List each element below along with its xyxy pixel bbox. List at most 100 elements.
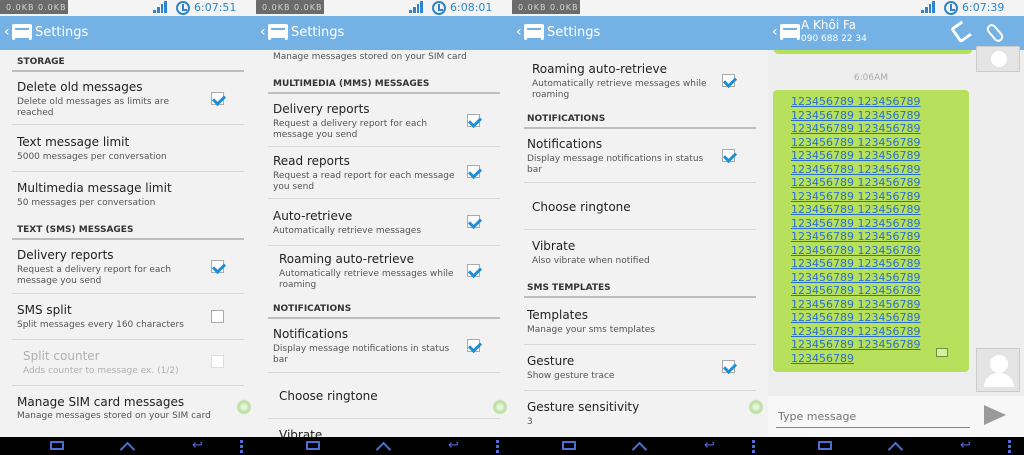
pref-summary: Also vibrate when notified (532, 256, 650, 266)
recent-apps-icon[interactable] (562, 441, 576, 450)
checkbox-icon[interactable] (211, 260, 224, 273)
checkbox-icon[interactable] (722, 149, 735, 162)
message-timestamp: 6:06AM (853, 73, 889, 83)
app-icon[interactable] (12, 24, 32, 40)
pref-title: Notifications (273, 327, 349, 341)
pref-choose-ringtone[interactable]: Choose ringtone (256, 389, 512, 419)
checkbox-icon[interactable] (467, 264, 480, 277)
divider (524, 390, 756, 391)
sent-status-icon (936, 348, 948, 357)
page-title: Settings (291, 25, 345, 40)
pref-vibrate[interactable]: Vibrate (256, 428, 512, 437)
divider (268, 198, 500, 199)
back-icon[interactable]: ↩ (960, 438, 974, 453)
checkbox-icon[interactable] (467, 339, 480, 352)
action-bar: ‹ Settings (256, 16, 512, 50)
divider (12, 385, 244, 386)
pref-title: Multimedia message limit (17, 181, 172, 195)
recent-apps-icon[interactable] (306, 441, 320, 450)
back-icon[interactable]: ↩ (448, 438, 462, 453)
checkbox-icon[interactable] (467, 165, 480, 178)
divider (12, 124, 244, 125)
contact-number: 090 688 22 34 (801, 34, 867, 44)
home-icon[interactable] (120, 440, 134, 452)
pref-title: Manage SIM card messages (17, 395, 185, 409)
pref-templates[interactable]: Templates Manage your sms templates (512, 308, 768, 348)
pref-manage-sim[interactable]: Manage SIM card messages Manage messages… (0, 395, 256, 435)
pref-text-limit[interactable]: Text message limit 5000 messages per con… (0, 135, 256, 175)
compose-bar (768, 396, 1024, 437)
pref-mms-limit[interactable]: Multimedia message limit 50 messages per… (0, 181, 256, 221)
back-chevron-icon[interactable]: ‹ (260, 24, 266, 40)
menu-icon[interactable] (240, 440, 244, 453)
section-header-mms: MULTIMEDIA (MMS) MESSAGES (273, 79, 430, 89)
pref-delete-old[interactable]: Delete old messages Delete old messages … (0, 80, 256, 124)
divider (12, 293, 244, 294)
pref-read-reports[interactable]: Read reports Request a read report for e… (256, 154, 512, 198)
back-chevron-icon[interactable]: ‹ (516, 24, 522, 40)
pref-roaming-auto-retrieve[interactable]: Roaming auto-retrieve Automatically retr… (256, 252, 512, 296)
pref-title: Read reports (273, 154, 350, 168)
menu-icon[interactable] (496, 440, 500, 453)
pref-summary: Show gesture trace (527, 371, 615, 381)
pref-title: Gesture sensitivity (527, 400, 640, 414)
divider (268, 372, 500, 373)
pref-sms-split[interactable]: SMS split Split messages every 160 chara… (0, 303, 256, 343)
app-icon[interactable] (780, 24, 800, 40)
divider (268, 92, 500, 94)
message-text[interactable]: 123456789 123456789 123456789 123456789 … (791, 95, 961, 365)
back-icon[interactable]: ↩ (704, 438, 718, 453)
pref-title: Split counter (23, 349, 100, 363)
settings-list: STORAGE Delete old messages Delete old m… (0, 50, 256, 437)
attach-icon[interactable] (984, 22, 1006, 44)
checkbox-icon[interactable] (467, 114, 480, 127)
home-icon[interactable] (888, 440, 902, 452)
pref-title: Templates (527, 308, 589, 322)
status-bar: 0.0KB 0.0KB 6:07:51 am (0, 0, 256, 27)
conversation-panel: 6:07:39 am ‹ A Khôi Fa 090 688 22 34 6:0… (768, 0, 1024, 455)
action-bar: ‹ Settings (0, 16, 256, 50)
pref-summary: Display message notifications in status … (273, 344, 450, 365)
clock-icon (944, 1, 958, 15)
pref-title: Vibrate (279, 428, 323, 437)
app-icon[interactable] (524, 24, 544, 40)
home-icon[interactable] (632, 440, 646, 452)
pref-delivery-reports[interactable]: Delivery reports Request a delivery repo… (0, 248, 256, 292)
pref-gesture-sensitivity[interactable]: Gesture sensitivity 3 (512, 400, 768, 437)
checkbox-icon[interactable] (211, 310, 224, 323)
back-chevron-icon[interactable]: ‹ (4, 24, 10, 40)
pref-delivery-reports[interactable]: Delivery reports Request a delivery repo… (256, 102, 512, 146)
status-bar: 0.0KB 0.0KB (512, 0, 768, 16)
menu-icon[interactable] (1008, 440, 1012, 453)
divider (268, 317, 500, 319)
pref-choose-ringtone[interactable]: Choose ringtone (512, 200, 768, 230)
pref-notifications[interactable]: Notifications Display message notificati… (256, 327, 512, 371)
checkbox-icon[interactable] (722, 360, 735, 373)
settings-panel-1: 0.0KB 0.0KB 6:07:51 am ‹ Settings STORAG… (0, 0, 256, 455)
pref-vibrate[interactable]: Vibrate Also vibrate when notified (512, 239, 768, 279)
home-icon[interactable] (376, 440, 390, 452)
recent-apps-icon[interactable] (50, 441, 64, 450)
checkbox-icon[interactable] (211, 92, 224, 105)
menu-icon[interactable] (752, 440, 756, 453)
pref-summary: 3 (527, 417, 533, 427)
send-icon[interactable] (984, 405, 1006, 425)
pref-notifications[interactable]: Notifications Display message notificati… (512, 137, 768, 181)
back-chevron-icon[interactable]: ‹ (772, 24, 778, 40)
phone-icon[interactable] (950, 20, 972, 44)
back-icon[interactable]: ↩ (192, 438, 206, 453)
app-icon[interactable] (268, 24, 288, 40)
message-input[interactable] (776, 406, 970, 428)
pref-auto-retrieve[interactable]: Auto-retrieve Automatically retrieve mes… (256, 209, 512, 245)
pref-gesture[interactable]: Gesture Show gesture trace (512, 354, 768, 394)
pref-title: Notifications (527, 137, 603, 151)
pref-roaming-auto-retrieve[interactable]: Roaming auto-retrieve Automatically retr… (512, 62, 768, 106)
divider (524, 229, 756, 230)
checkbox-icon[interactable] (722, 74, 735, 87)
status-bar: 6:07:39 am (768, 0, 1024, 27)
signal-icon (153, 1, 167, 13)
recent-apps-icon[interactable] (818, 441, 832, 450)
screenshot-collage: 0.0KB 0.0KB 6:07:51 am ‹ Settings STORAG… (0, 0, 1024, 455)
message-bubble[interactable]: 123456789 123456789 123456789 123456789 … (773, 90, 969, 372)
checkbox-icon[interactable] (467, 215, 480, 228)
